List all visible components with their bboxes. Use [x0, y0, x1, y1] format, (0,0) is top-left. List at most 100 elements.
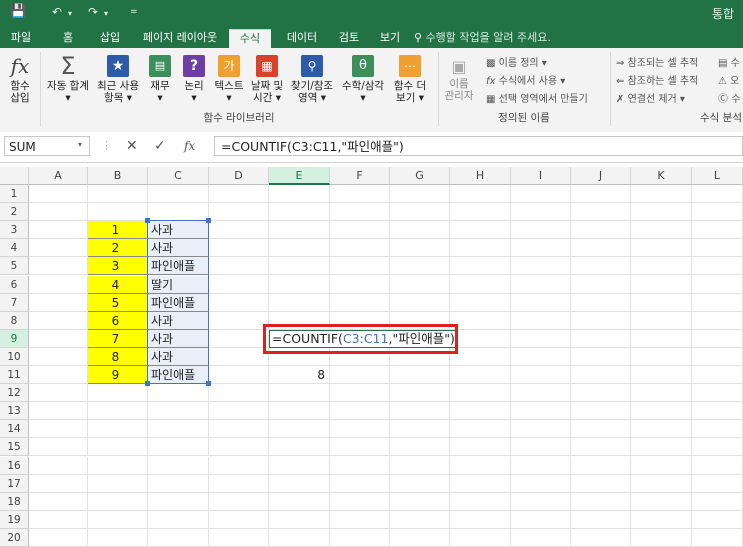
trace-precedents-button[interactable]: ⇒ 참조되는 셀 추적	[616, 54, 698, 69]
cell[interactable]	[209, 221, 269, 240]
define-name-button[interactable]: ▩ 이름 정의 ▾	[486, 54, 547, 69]
tab-home[interactable]: 홈	[55, 29, 81, 48]
cell-b5[interactable]: 3	[88, 257, 148, 276]
cell[interactable]	[209, 474, 269, 493]
cell[interactable]	[148, 420, 209, 439]
cell[interactable]	[692, 438, 743, 457]
cell[interactable]	[631, 203, 692, 222]
cell[interactable]	[209, 384, 269, 403]
cell-b6[interactable]: 4	[88, 275, 148, 294]
cell[interactable]	[511, 384, 571, 403]
trace-dependents-button[interactable]: ⇐ 참조하는 셀 추적	[616, 72, 698, 87]
cell[interactable]	[330, 438, 390, 457]
cell[interactable]	[511, 329, 571, 348]
cell[interactable]	[390, 456, 450, 475]
cell[interactable]	[29, 456, 88, 475]
cell[interactable]	[269, 402, 330, 421]
date-time-button[interactable]: ▦ 날짜 및 시간 ▾	[248, 52, 286, 104]
cell[interactable]	[29, 221, 88, 240]
cell[interactable]	[692, 221, 743, 240]
cell[interactable]	[571, 311, 631, 330]
cell[interactable]	[29, 366, 88, 384]
row-header[interactable]: 18	[0, 492, 29, 511]
cell[interactable]	[330, 239, 390, 258]
range-handle[interactable]	[145, 218, 150, 224]
row-header[interactable]: 17	[0, 474, 29, 493]
cell[interactable]	[692, 492, 743, 511]
cell[interactable]	[29, 384, 88, 403]
cell[interactable]	[330, 384, 390, 403]
cell[interactable]	[390, 474, 450, 493]
column-header-e[interactable]: E	[269, 167, 330, 185]
cell[interactable]	[209, 203, 269, 222]
cell[interactable]	[511, 293, 571, 312]
cell[interactable]	[269, 185, 330, 203]
autosum-button[interactable]: Σ 자동 합계 ▾	[44, 52, 92, 104]
tab-data[interactable]: 데이터	[282, 29, 322, 48]
cell[interactable]	[692, 329, 743, 348]
cell[interactable]	[390, 366, 450, 384]
row-header[interactable]: 4	[0, 239, 29, 258]
column-header-k[interactable]: K	[631, 167, 692, 185]
tab-formulas[interactable]: 수식	[229, 29, 271, 49]
cell[interactable]	[511, 528, 571, 547]
cell[interactable]	[450, 474, 511, 493]
cell[interactable]	[390, 185, 450, 203]
logical-button[interactable]: ? 논리 ▾	[180, 52, 208, 104]
cell[interactable]	[511, 257, 571, 276]
cell[interactable]	[330, 221, 390, 240]
cell[interactable]	[209, 329, 269, 348]
cell[interactable]	[571, 402, 631, 421]
range-handle[interactable]	[206, 381, 211, 387]
cell[interactable]	[631, 456, 692, 475]
cell[interactable]	[29, 257, 88, 276]
cell[interactable]	[209, 293, 269, 312]
cell[interactable]	[450, 293, 511, 312]
cell[interactable]	[571, 239, 631, 258]
cell[interactable]	[269, 203, 330, 222]
remove-arrows-button[interactable]: ✗ 연결선 제거 ▾	[616, 90, 685, 105]
cell[interactable]	[209, 492, 269, 511]
cell[interactable]	[209, 366, 269, 384]
cell[interactable]	[269, 438, 330, 457]
redo-dropdown-icon[interactable]: ▾	[104, 9, 108, 18]
cell[interactable]	[148, 456, 209, 475]
cell[interactable]	[450, 275, 511, 294]
cell[interactable]	[29, 402, 88, 421]
cell[interactable]	[330, 203, 390, 222]
column-header-i[interactable]: I	[511, 167, 571, 185]
cell[interactable]	[29, 528, 88, 547]
cell[interactable]	[269, 510, 330, 529]
cell[interactable]	[390, 402, 450, 421]
cell-e9-editor[interactable]: =COUNTIF(C3:C11,"파인애플")	[269, 329, 458, 348]
cell[interactable]	[330, 257, 390, 276]
cell[interactable]	[29, 275, 88, 294]
cell[interactable]	[209, 257, 269, 276]
cell[interactable]	[692, 311, 743, 330]
cell[interactable]	[450, 402, 511, 421]
column-header-d[interactable]: D	[209, 167, 269, 185]
cell[interactable]	[450, 384, 511, 403]
cell[interactable]	[631, 311, 692, 330]
cell[interactable]	[571, 347, 631, 366]
cell[interactable]	[390, 492, 450, 511]
cell-c3[interactable]: 사과	[148, 221, 209, 240]
cell-b11[interactable]: 9	[88, 366, 148, 384]
cell[interactable]	[269, 347, 330, 366]
cell[interactable]	[269, 257, 330, 276]
error-checking-button[interactable]: ⚠ 오	[718, 72, 739, 87]
cell[interactable]	[269, 492, 330, 511]
tell-me-box[interactable]: ⚲ 수행할 작업을 알려 주세요.	[414, 29, 574, 48]
cell[interactable]	[269, 239, 330, 258]
cell[interactable]	[450, 492, 511, 511]
cell[interactable]	[269, 456, 330, 475]
cell-c4[interactable]: 사과	[148, 239, 209, 258]
cell[interactable]	[330, 275, 390, 294]
cell[interactable]	[269, 275, 330, 294]
cell[interactable]	[450, 347, 511, 366]
cell[interactable]	[88, 185, 148, 203]
column-header-c[interactable]: C	[148, 167, 209, 185]
cell[interactable]	[330, 293, 390, 312]
row-header[interactable]: 1	[0, 185, 29, 203]
cell[interactable]	[631, 492, 692, 511]
